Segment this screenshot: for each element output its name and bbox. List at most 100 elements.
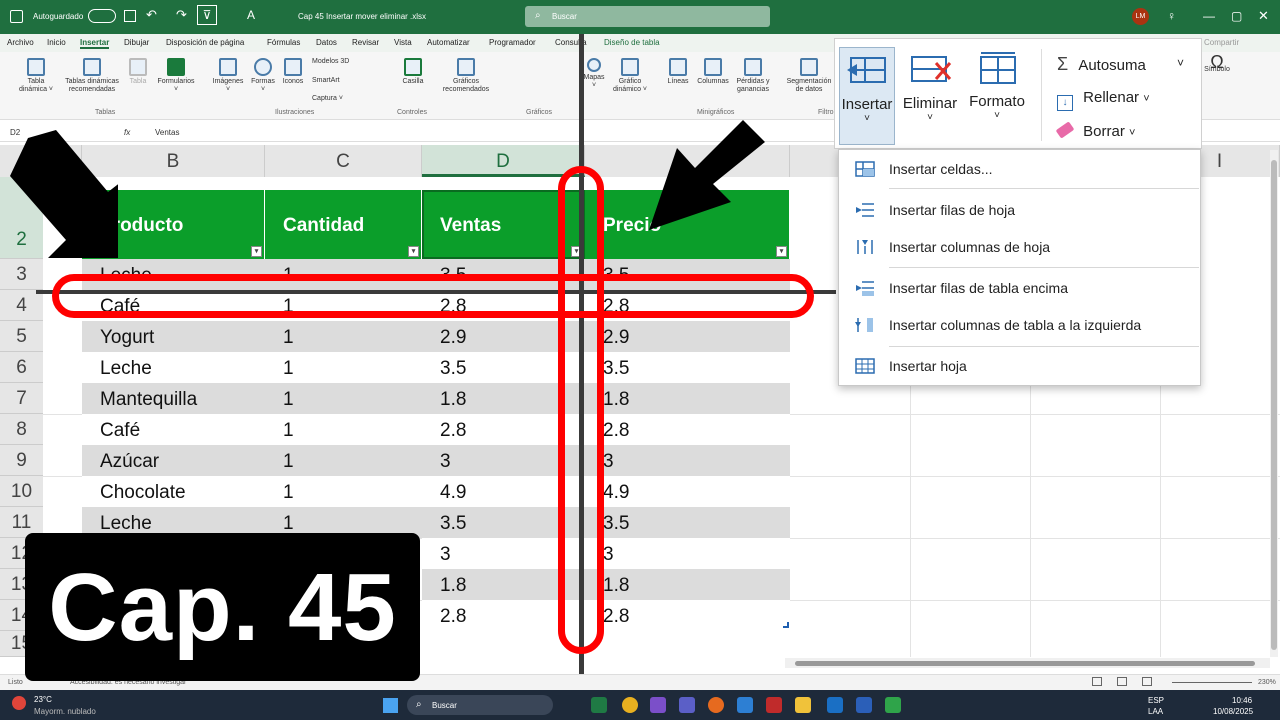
smartart-button[interactable]: SmartArt [312,77,382,85]
tab-datos[interactable]: Datos [316,38,337,47]
menu-item-insert-sheet-columns[interactable]: Insertar columnas de hoja [839,230,1200,264]
insert-cells-button[interactable]: Insertar ˅ [839,47,895,145]
filter-icon[interactable]: ⊽ [197,5,217,25]
page-break-icon[interactable] [1142,677,1152,686]
table-cell[interactable]: Café [82,414,265,445]
taskbar-chrome-icon[interactable] [622,697,638,713]
filter-dropdown-icon[interactable]: ▾ [408,246,419,257]
zoom-level[interactable]: 230% [1258,679,1276,686]
autosum-button[interactable]: Σ Autosuma ˅ [1057,54,1192,75]
minimize-icon[interactable]: — [1203,9,1215,23]
table-cell[interactable]: Yogurt [82,321,265,352]
menu-item-insert-table-columns-left[interactable]: Insertar columnas de tabla a la izquierd… [839,308,1200,342]
tab-vista[interactable]: Vista [394,38,412,47]
tab-disposicion[interactable]: Disposición de página [166,38,244,47]
table-cell[interactable]: 1 [265,414,422,445]
table-cell[interactable]: Mantequilla [82,383,265,414]
tab-automatizar[interactable]: Automatizar [427,38,470,47]
table-button[interactable]: Tabla [125,58,151,86]
menu-item-insert-cells[interactable]: Insertar celdas... [839,152,1200,186]
table-cell[interactable]: 1 [265,321,422,352]
table-cell[interactable]: 2.8 [585,600,790,631]
autosave-toggle[interactable] [88,9,116,23]
redo-icon[interactable]: ↷ [176,7,187,23]
table-cell[interactable]: 1 [265,476,422,507]
slicer-button[interactable]: Segmentación de datos [784,58,834,94]
row-header[interactable]: 6 [0,352,43,383]
title-search-box[interactable]: ⌕ Buscar [525,6,770,27]
undo-icon[interactable]: ↶ [146,7,157,23]
close-icon[interactable]: ✕ [1258,8,1269,24]
clock-time[interactable]: 10:46 [1232,696,1252,705]
taskbar-app-icon[interactable] [650,697,666,713]
icons-button[interactable]: Iconos [279,58,307,86]
row-header[interactable]: 5 [0,321,43,352]
screenshot-button[interactable]: Captura ˅ [312,95,382,103]
table-cell[interactable]: 2.9 [585,321,790,352]
clear-button[interactable]: Borrar ˅ [1055,121,1147,140]
row-header[interactable]: 10 [0,476,43,507]
page-layout-icon[interactable] [1117,677,1127,686]
filter-dropdown-icon[interactable]: ▾ [251,246,262,257]
vertical-scrollbar[interactable] [1270,150,1278,657]
tab-inicio[interactable]: Inicio [47,38,66,47]
table-cell[interactable]: 1 [265,383,422,414]
tab-revisar[interactable]: Revisar [352,38,379,47]
table-cell[interactable]: 3 [585,445,790,476]
menu-item-insert-table-rows-above[interactable]: Insertar filas de tabla encima [839,271,1200,305]
sparkline-winloss-button[interactable]: Pérdidas y ganancias [732,58,774,94]
table-cell[interactable]: 1.8 [585,383,790,414]
zoom-slider[interactable] [1172,682,1252,683]
column-header-c[interactable]: C [265,145,422,177]
recommended-pivot-button[interactable]: Tablas dinámicas recomendadas [60,58,124,94]
horizontal-scrollbar[interactable] [785,658,1270,668]
row-header[interactable]: 8 [0,414,43,445]
taskbar-excel-icon[interactable] [591,697,607,713]
table-resize-handle[interactable] [783,622,789,628]
scrollbar-thumb[interactable] [795,661,1255,666]
language-layout[interactable]: LAA [1148,707,1163,716]
row-header[interactable]: 3 [0,259,43,290]
delete-cells-button[interactable]: Eliminar ˅ [899,47,961,145]
formula-input[interactable]: Ventas [155,128,179,137]
sparkline-lines-button[interactable]: Líneas [663,58,693,86]
menu-item-insert-sheet-rows[interactable]: Insertar filas de hoja [839,193,1200,227]
table-cell[interactable]: 3.5 [585,352,790,383]
language-indicator[interactable]: ESP [1148,696,1164,705]
row-header[interactable]: 7 [0,383,43,414]
sparkline-columns-button[interactable]: Columnas [694,58,732,86]
font-color-icon[interactable]: A [247,8,255,22]
row-header[interactable]: 9 [0,445,43,476]
menu-item-insert-sheet[interactable]: Insertar hoja [839,349,1200,383]
save-icon[interactable] [124,10,136,22]
table-header-cantidad[interactable]: Cantidad ▾ [265,190,422,259]
tab-dibujar[interactable]: Dibujar [124,38,149,47]
table-cell[interactable]: 1.8 [585,569,790,600]
tab-formulas[interactable]: Fórmulas [267,38,300,47]
taskbar-outlook-icon[interactable] [827,697,843,713]
taskbar-camtasia-icon[interactable] [885,697,901,713]
user-avatar[interactable]: LM [1132,8,1149,25]
pivot-chart-button[interactable]: Gráfico dinámico ˅ [607,58,653,94]
format-cells-button[interactable]: Formato ˅ [963,47,1031,145]
table-cell[interactable]: 3.5 [585,507,790,538]
table-cell[interactable]: 2.8 [585,414,790,445]
pivot-table-button[interactable]: Tabla dinámica ˅ [14,58,58,94]
table-cell[interactable]: 4.9 [585,476,790,507]
recommended-charts-button[interactable]: Gráficos recomendados [438,58,494,94]
tab-programador[interactable]: Programador [489,38,536,47]
restore-icon[interactable]: ▢ [1231,9,1242,23]
taskbar-app-icon[interactable] [766,697,782,713]
models-3d-button[interactable]: Modelos 3D [312,58,382,66]
tab-diseno-tabla[interactable]: Diseño de tabla [604,38,660,47]
symbol-button[interactable]: Ω Símbolo [1202,53,1232,74]
table-cell[interactable]: Leche [82,352,265,383]
table-cell[interactable]: 1 [265,352,422,383]
start-button[interactable] [383,698,398,713]
filter-dropdown-icon[interactable]: ▾ [776,246,787,257]
fx-icon[interactable]: fx [124,128,130,137]
row-header[interactable]: 4 [0,290,43,321]
table-cell[interactable]: Azúcar [82,445,265,476]
shapes-button[interactable]: Formas ˅ [248,58,278,94]
normal-view-icon[interactable] [1092,677,1102,686]
